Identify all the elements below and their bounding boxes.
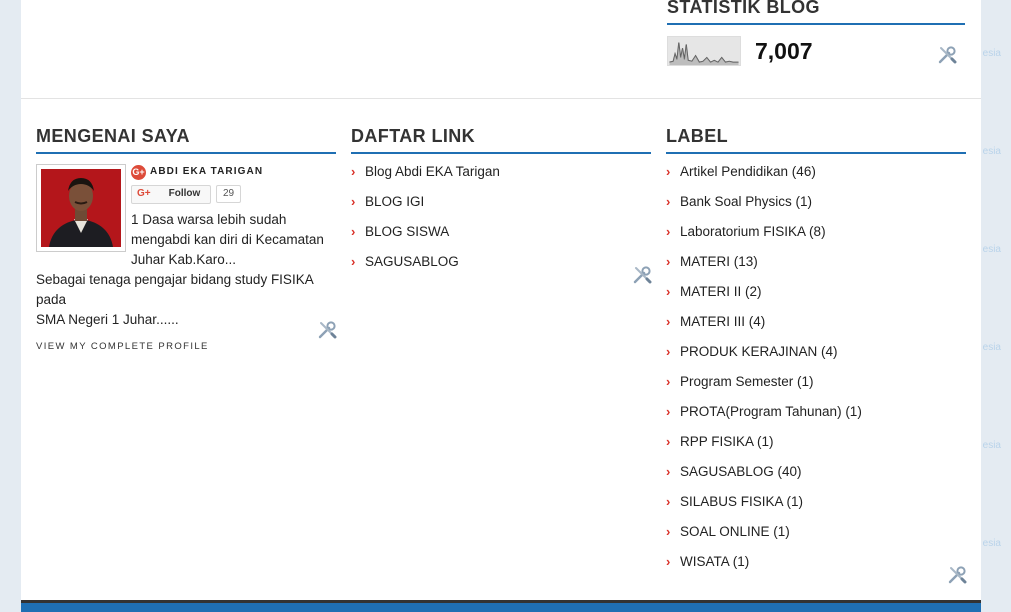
label-title: LABEL <box>666 126 966 154</box>
chevron-right-icon: › <box>351 194 356 209</box>
label-item[interactable]: › MATERI (13) <box>666 252 966 282</box>
google-plus-icon: G+ <box>131 164 146 180</box>
wrench-screwdriver-icon[interactable] <box>317 320 337 340</box>
google-plus-small-icon: G+ <box>137 188 151 199</box>
link-label[interactable]: BLOG IGI <box>365 192 424 212</box>
bio-line: SMA Negeri 1 Juhar...... <box>36 312 179 327</box>
chevron-right-icon: › <box>666 464 671 479</box>
link-list-widget: DAFTAR LINK › Blog Abdi EKA Tarigan › BLOG… <box>351 126 651 282</box>
wrench-screwdriver-icon[interactable] <box>947 565 967 585</box>
follower-count: 29 <box>216 185 242 203</box>
label-link[interactable]: RPP FISIKA (1) <box>680 432 774 452</box>
label-list: › Artikel Pendidikan (46) › Bank Soal Phys… <box>666 162 966 582</box>
profile-photo[interactable] <box>36 164 126 252</box>
follow-label: Follow <box>168 188 201 199</box>
background-watermark: esia <box>982 440 1001 451</box>
blog-stats-widget: STATISTIK BLOG 7,007 <box>667 0 965 66</box>
chevron-right-icon: › <box>666 344 671 359</box>
chevron-right-icon: › <box>666 224 671 239</box>
label-link[interactable]: Laboratorium FISIKA (8) <box>680 222 826 242</box>
chevron-right-icon: › <box>351 224 356 239</box>
chevron-right-icon: › <box>351 254 356 269</box>
background-watermark: esia <box>982 342 1001 353</box>
label-link[interactable]: Program Semester (1) <box>680 372 814 392</box>
chevron-right-icon: › <box>351 164 356 179</box>
chevron-right-icon: › <box>666 404 671 419</box>
label-widget: LABEL › Artikel Pendidikan (46) › Bank Soa… <box>666 126 966 582</box>
label-item[interactable]: › Bank Soal Physics (1) <box>666 192 966 222</box>
label-item[interactable]: › WISATA (1) <box>666 552 966 582</box>
chevron-right-icon: › <box>666 164 671 179</box>
label-link[interactable]: MATERI (13) <box>680 252 758 272</box>
label-item[interactable]: › SAGUSABLOG (40) <box>666 462 966 492</box>
label-link[interactable]: MATERI II (2) <box>680 282 762 302</box>
label-link[interactable]: SILABUS FISIKA (1) <box>680 492 803 512</box>
profile-name[interactable]: ABDI EKA TARIGAN <box>150 162 263 182</box>
view-profile-link[interactable]: VIEW MY COMPLETE PROFILE <box>36 337 336 357</box>
about-me-widget: MENGENAI SAYA G+ ABDI EKA TARIGAN G+ Fol… <box>36 126 336 357</box>
portrait-image <box>41 169 121 247</box>
background-watermark: esia <box>982 48 1001 59</box>
label-link[interactable]: PROTA(Program Tahunan) (1) <box>680 402 862 422</box>
link-item[interactable]: › BLOG IGI <box>351 192 651 222</box>
chevron-right-icon: › <box>666 524 671 539</box>
label-link[interactable]: PRODUK KERAJINAN (4) <box>680 342 838 362</box>
label-link[interactable]: SAGUSABLOG (40) <box>680 462 802 482</box>
label-item[interactable]: › Laboratorium FISIKA (8) <box>666 222 966 252</box>
label-item[interactable]: › SILABUS FISIKA (1) <box>666 492 966 522</box>
chevron-right-icon: › <box>666 314 671 329</box>
label-item[interactable]: › Artikel Pendidikan (46) <box>666 162 966 192</box>
about-title: MENGENAI SAYA <box>36 126 336 154</box>
link-item[interactable]: › BLOG SISWA <box>351 222 651 252</box>
chevron-right-icon: › <box>666 374 671 389</box>
links-title: DAFTAR LINK <box>351 126 651 154</box>
label-item[interactable]: › MATERI III (4) <box>666 312 966 342</box>
follow-button[interactable]: G+ Follow <box>131 184 211 204</box>
footer-bar <box>21 600 981 612</box>
label-item[interactable]: › PRODUK KERAJINAN (4) <box>666 342 966 372</box>
label-link[interactable]: Artikel Pendidikan (46) <box>680 162 816 182</box>
bio-text-continued: Sebagai tenaga pengajar bidang study FIS… <box>36 270 336 330</box>
bio-line: Sebagai tenaga pengajar bidang study FIS… <box>36 272 313 307</box>
wrench-screwdriver-icon[interactable] <box>937 45 957 65</box>
profile-block: G+ ABDI EKA TARIGAN G+ Follow 29 1 Dasa … <box>36 164 336 357</box>
label-item[interactable]: › Program Semester (1) <box>666 372 966 402</box>
bio-line: Juhar Kab.Karo... <box>131 252 237 267</box>
background-watermark: esia <box>982 538 1001 549</box>
blog-page: STATISTIK BLOG 7,007 MENGENAI SAYA G+ AB… <box>21 0 981 612</box>
link-label[interactable]: BLOG SISWA <box>365 222 449 242</box>
pageview-count: 7,007 <box>755 37 813 64</box>
top-widget-area: STATISTIK BLOG 7,007 <box>21 0 981 99</box>
label-item[interactable]: › MATERI II (2) <box>666 282 966 312</box>
wrench-screwdriver-icon[interactable] <box>632 265 652 285</box>
link-label[interactable]: Blog Abdi EKA Tarigan <box>365 162 500 182</box>
link-item[interactable]: › SAGUSABLOG <box>351 252 651 282</box>
label-link[interactable]: MATERI III (4) <box>680 312 765 332</box>
chevron-right-icon: › <box>666 434 671 449</box>
background-watermark: esia <box>982 244 1001 255</box>
sparkline-chart <box>667 36 741 66</box>
stats-title: STATISTIK BLOG <box>667 0 965 25</box>
label-item[interactable]: › SOAL ONLINE (1) <box>666 522 966 552</box>
chevron-right-icon: › <box>666 554 671 569</box>
label-item[interactable]: › RPP FISIKA (1) <box>666 432 966 462</box>
chevron-right-icon: › <box>666 284 671 299</box>
link-item[interactable]: › Blog Abdi EKA Tarigan <box>351 162 651 192</box>
background-watermark: esia <box>982 146 1001 157</box>
label-link[interactable]: Bank Soal Physics (1) <box>680 192 812 212</box>
chevron-right-icon: › <box>666 194 671 209</box>
chevron-right-icon: › <box>666 254 671 269</box>
link-list: › Blog Abdi EKA Tarigan › BLOG IGI › BLOG S… <box>351 162 651 282</box>
chevron-right-icon: › <box>666 494 671 509</box>
label-link[interactable]: SOAL ONLINE (1) <box>680 522 790 542</box>
label-link[interactable]: WISATA (1) <box>680 552 749 572</box>
label-item[interactable]: › PROTA(Program Tahunan) (1) <box>666 402 966 432</box>
link-label[interactable]: SAGUSABLOG <box>365 252 459 272</box>
